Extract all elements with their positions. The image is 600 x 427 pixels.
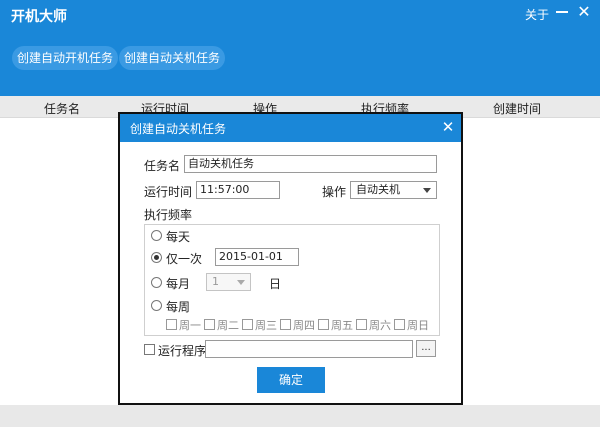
- frequency-group: 每天 仅一次 2015-01-01 每月 1 日 每周 周一 周二 周三 周四 …: [144, 224, 440, 336]
- weekday-label-wed: 周三: [255, 319, 277, 332]
- task-name-label: 任务名: [144, 159, 181, 173]
- weekday-checkbox-sat[interactable]: [356, 319, 367, 330]
- month-day-suffix: 日: [269, 277, 282, 291]
- weekday-label-sat: 周六: [369, 319, 391, 332]
- run-program-checkbox[interactable]: [144, 344, 155, 355]
- about-link[interactable]: 关于: [525, 6, 549, 23]
- radio-monthly-label[interactable]: 每月: [166, 275, 190, 292]
- app-header: 开机大师 关于 ✕ 创建自动开机任务 创建自动关机任务: [0, 0, 600, 96]
- frequency-label: 执行频率: [144, 208, 193, 222]
- weekday-label-mon: 周一: [179, 319, 201, 332]
- chevron-down-icon: [237, 280, 245, 285]
- create-startup-task-button[interactable]: 创建自动开机任务: [12, 46, 119, 70]
- radio-daily[interactable]: [151, 230, 162, 241]
- weekday-checkbox-fri[interactable]: [318, 319, 329, 330]
- dialog-title: 创建自动关机任务: [130, 122, 227, 136]
- status-bar: [0, 405, 600, 427]
- radio-once[interactable]: [151, 252, 162, 263]
- dialog-titlebar: 创建自动关机任务 ✕: [120, 114, 461, 142]
- minimize-icon[interactable]: [553, 3, 571, 21]
- radio-monthly[interactable]: [151, 277, 162, 288]
- radio-once-label[interactable]: 仅一次: [166, 250, 202, 267]
- weekday-checkbox-sun[interactable]: [394, 319, 405, 330]
- ok-button[interactable]: 确定: [257, 367, 325, 393]
- weekday-label-sun: 周日: [407, 319, 429, 332]
- month-day-value: 1: [212, 275, 219, 288]
- browse-button[interactable]: ...: [416, 340, 436, 357]
- radio-daily-label[interactable]: 每天: [166, 228, 190, 245]
- operation-label: 操作: [322, 185, 347, 199]
- dialog-close-icon[interactable]: ✕: [439, 118, 457, 136]
- operation-select-value: 自动关机: [356, 183, 400, 196]
- once-date-input[interactable]: 2015-01-01: [215, 248, 299, 266]
- radio-weekly-label[interactable]: 每周: [166, 298, 190, 315]
- column-header-created-time[interactable]: 创建时间: [493, 100, 541, 117]
- radio-weekly[interactable]: [151, 300, 162, 311]
- weekday-checkbox-mon[interactable]: [166, 319, 177, 330]
- weekday-label-fri: 周五: [331, 319, 353, 332]
- operation-select[interactable]: 自动关机: [350, 181, 437, 199]
- chevron-down-icon: [423, 188, 431, 193]
- weekday-label-tue: 周二: [217, 319, 239, 332]
- run-program-path-input[interactable]: [205, 340, 413, 358]
- run-time-input[interactable]: 11:57:00: [196, 181, 280, 199]
- weekday-checkbox-tue[interactable]: [204, 319, 215, 330]
- run-program-label[interactable]: 运行程序: [158, 342, 206, 359]
- app-title: 开机大师: [11, 9, 67, 25]
- weekday-checkbox-thu[interactable]: [280, 319, 291, 330]
- column-header-task-name[interactable]: 任务名: [44, 100, 80, 117]
- month-day-select[interactable]: 1: [206, 273, 251, 291]
- weekday-checkbox-wed[interactable]: [242, 319, 253, 330]
- create-shutdown-task-dialog: 创建自动关机任务 ✕ 任务名 自动关机任务 运行时间 11:57:00 操作 自…: [118, 112, 463, 405]
- task-name-input[interactable]: 自动关机任务: [184, 155, 437, 173]
- create-shutdown-task-button[interactable]: 创建自动关机任务: [119, 46, 226, 70]
- run-time-label: 运行时间: [144, 185, 193, 199]
- weekday-label-thu: 周四: [293, 319, 315, 332]
- close-icon[interactable]: ✕: [575, 3, 593, 21]
